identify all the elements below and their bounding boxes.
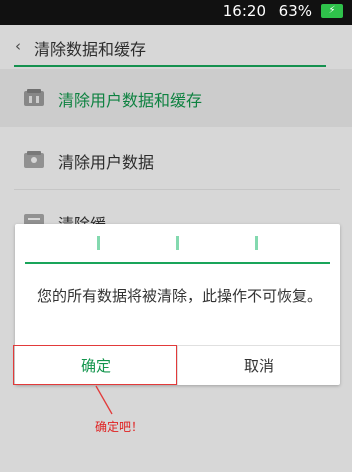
annotation-highlight-box [13, 345, 177, 385]
title-glyph-1 [97, 236, 100, 250]
charging-battery-icon: ⚡ [321, 4, 343, 18]
dialog-title-blurred [15, 236, 340, 256]
dialog-message: 您的所有数据将被清除，此操作不可恢复。 [37, 287, 323, 305]
battery-percent: 63% [278, 2, 312, 20]
annotation-text: 确定吧！ [95, 420, 144, 434]
cancel-button[interactable]: 取消 [178, 346, 340, 385]
title-glyph-3 [255, 236, 258, 250]
status-time: 16:20 [222, 2, 266, 20]
dialog-title-underline [25, 262, 330, 264]
bolt-icon: ⚡ [328, 5, 336, 16]
title-glyph-2 [176, 236, 179, 250]
status-bar: 16:20 63% ⚡ [0, 0, 352, 25]
